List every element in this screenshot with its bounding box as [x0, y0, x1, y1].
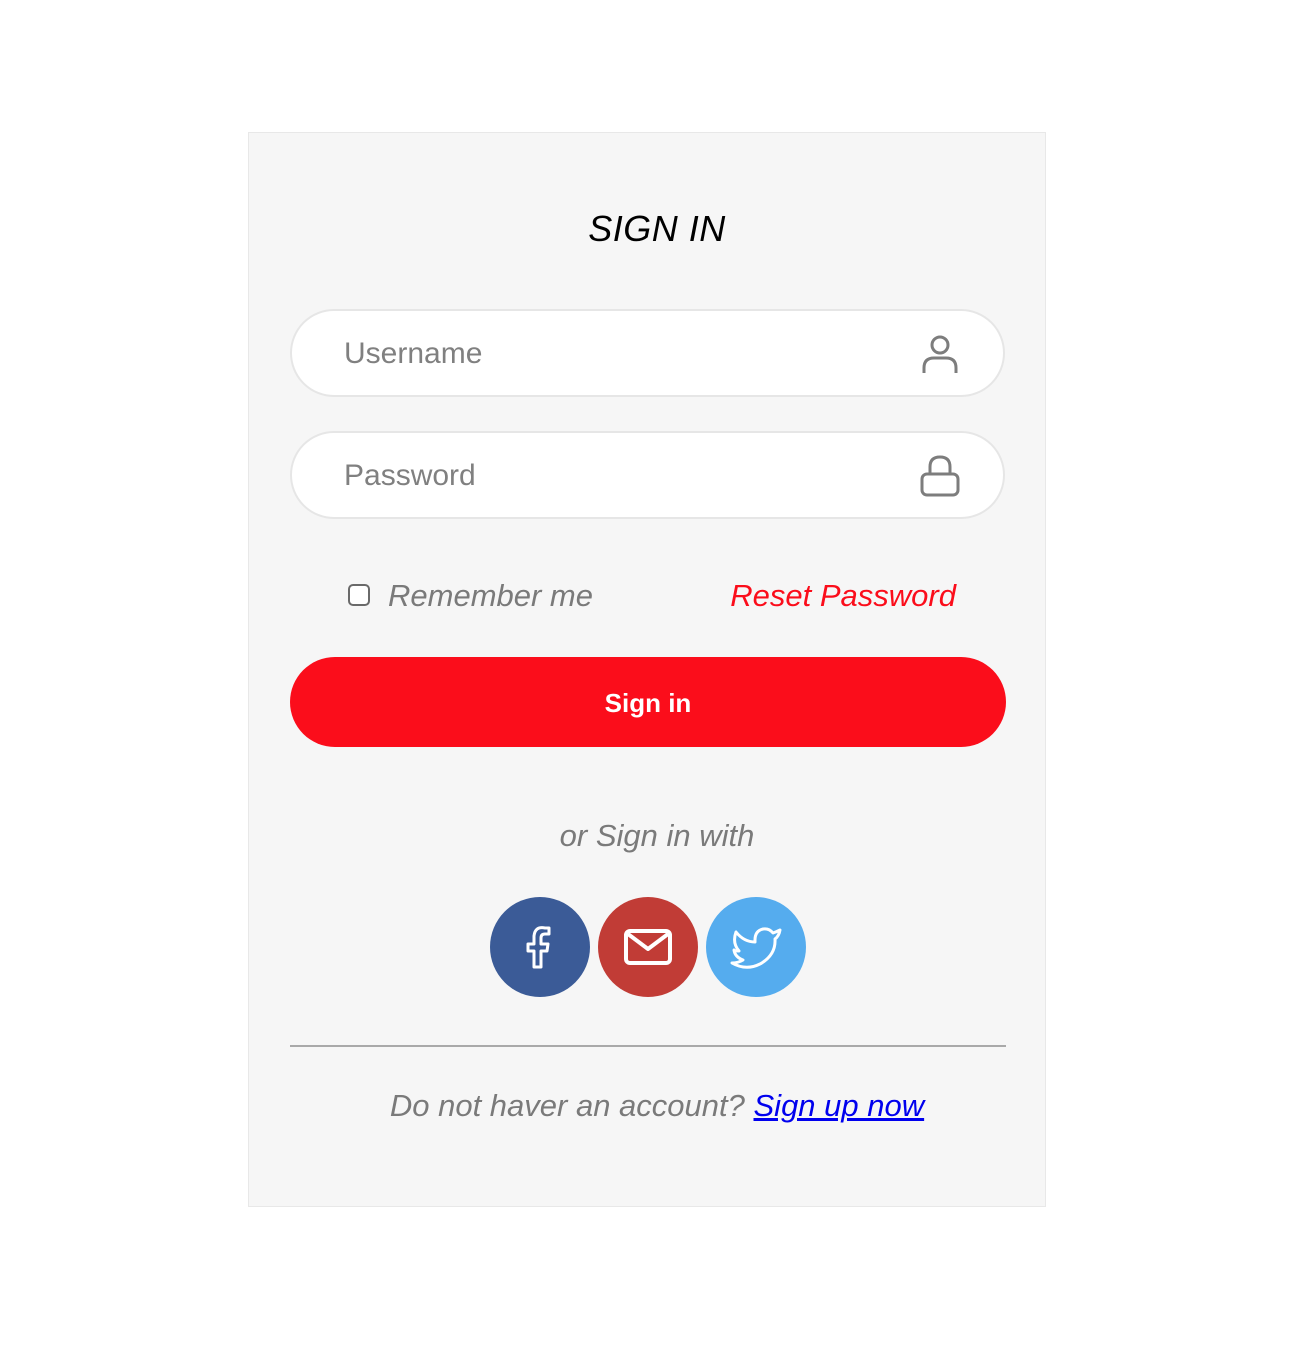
sign-up-link[interactable]: Sign up now	[754, 1088, 925, 1123]
divider	[290, 1045, 1006, 1047]
username-input[interactable]	[342, 311, 906, 397]
password-field-wrapper	[290, 431, 1005, 519]
facebook-button[interactable]	[490, 897, 590, 997]
signup-prompt-text: Do not haver an account?	[389, 1088, 754, 1123]
twitter-icon	[730, 927, 782, 969]
sign-in-button[interactable]: Sign in	[290, 657, 1006, 747]
lock-icon	[920, 455, 960, 497]
remember-checkbox[interactable]	[348, 584, 370, 606]
options-row: Remember me Reset Password	[346, 578, 958, 618]
user-icon	[922, 335, 958, 373]
password-input[interactable]	[342, 433, 906, 519]
remember-label: Remember me	[388, 578, 593, 613]
facebook-icon	[526, 926, 551, 969]
mail-icon	[624, 929, 672, 965]
signup-prompt: Do not haver an account? Sign up now	[0, 1088, 1314, 1124]
page-title: SIGN IN	[588, 208, 726, 249]
email-button[interactable]	[598, 897, 698, 997]
twitter-button[interactable]	[706, 897, 806, 997]
reset-password-link[interactable]: Reset Password	[730, 578, 956, 614]
username-field-wrapper	[290, 309, 1005, 397]
or-sign-in-label: or Sign in with	[559, 818, 755, 853]
